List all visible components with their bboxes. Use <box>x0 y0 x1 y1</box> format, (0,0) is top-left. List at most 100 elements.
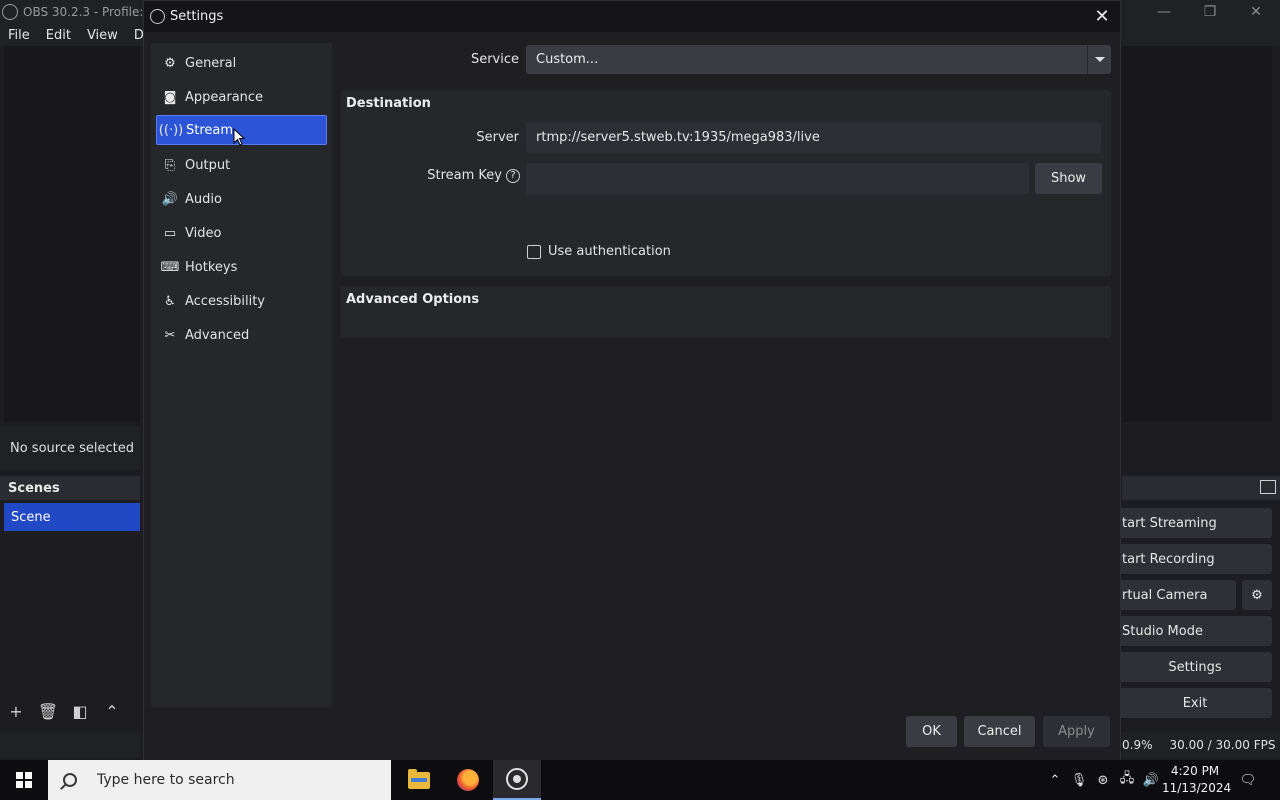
folder-icon <box>408 768 430 789</box>
windows-logo-icon <box>16 772 32 788</box>
obs-logo-icon <box>2 4 18 20</box>
use-authentication-checkbox[interactable] <box>527 245 541 259</box>
nav-label: General <box>185 55 237 71</box>
nav-hotkeys[interactable]: ⌨ Hotkeys <box>156 252 327 282</box>
server-label: Server <box>476 130 519 145</box>
nav-label: Stream <box>186 122 234 138</box>
menu-file[interactable]: File <box>0 28 38 43</box>
close-icon[interactable]: ✕ <box>1233 0 1279 24</box>
nav-label: Video <box>185 225 222 241</box>
show-button[interactable]: Show <box>1035 163 1102 194</box>
search-placeholder: Type here to search <box>97 772 235 788</box>
volume-icon[interactable]: 🔊 <box>1142 760 1160 800</box>
cpu-usage: 0.9% <box>1122 738 1153 752</box>
nav-label: Audio <box>185 191 222 207</box>
nav-audio[interactable]: 🔊 Audio <box>156 184 327 214</box>
restore-icon[interactable]: ❐ <box>1187 0 1233 24</box>
scene-list-item[interactable]: Scene <box>4 503 140 531</box>
nav-video[interactable]: ▭ Video <box>156 218 327 248</box>
file-explorer-app[interactable] <box>395 760 443 800</box>
service-select[interactable]: Custom... <box>526 45 1111 74</box>
obs-logo-icon <box>150 9 165 24</box>
obs-app[interactable] <box>493 760 541 800</box>
preview-area[interactable] <box>4 46 140 422</box>
notifications-icon[interactable]: 🗨 <box>1238 760 1258 800</box>
cancel-button[interactable]: Cancel <box>964 716 1035 747</box>
preview-area-right[interactable] <box>1122 46 1272 422</box>
dock-float-icon[interactable] <box>1260 480 1276 494</box>
menu-view[interactable]: View <box>79 28 126 43</box>
stream-key-input[interactable] <box>526 163 1029 194</box>
advanced-options-group[interactable]: Advanced Options <box>341 286 1111 338</box>
chevron-up-icon[interactable]: ⌃ <box>1046 760 1064 800</box>
start-recording-button[interactable]: tart Recording <box>1118 544 1272 574</box>
advanced-options-title: Advanced Options <box>346 292 480 307</box>
clock-date: 11/13/2024 <box>1162 781 1232 795</box>
obs-tray-icon[interactable]: ⊛ <box>1094 760 1112 800</box>
nav-label: Appearance <box>185 89 264 105</box>
start-streaming-button[interactable]: tart Streaming <box>1118 508 1272 538</box>
appearance-icon: ◙ <box>163 89 177 105</box>
status-bar-right: 0.9% 30.00 / 30.00 FPS <box>1122 732 1280 758</box>
gear-icon: ⚙ <box>164 55 176 71</box>
scenes-header: Scenes <box>0 476 140 500</box>
firefox-app[interactable] <box>444 760 492 800</box>
minimize-icon[interactable]: — <box>1141 0 1187 24</box>
clock[interactable]: 4:20 PM 11/13/2024 <box>1162 763 1232 797</box>
taskbar-search[interactable]: Type here to search <box>48 760 391 800</box>
nav-appearance[interactable]: ◙ Appearance <box>156 82 327 112</box>
fps-readout: 30.00 / 30.00 FPS <box>1169 738 1276 752</box>
search-icon <box>63 773 77 787</box>
destination-title: Destination <box>346 96 431 111</box>
scene-toolbar: + 🗑 ◧ ⌃ <box>0 696 140 726</box>
windows-taskbar: Type here to search ⌃ 🎙 ⊛ 🖧 🔊 4:20 PM 11… <box>0 760 1280 800</box>
settings-dialog: Settings ✕ ⚙ General ◙ Appearance ((·)) … <box>143 0 1121 762</box>
antenna-icon: ((·)) <box>158 122 184 138</box>
exit-button[interactable]: Exit <box>1118 688 1272 718</box>
obs-window-title: OBS 30.2.3 - Profile: Ur <box>23 5 161 19</box>
chevron-up-icon[interactable]: ⌃ <box>96 702 128 721</box>
monitor-icon: ▭ <box>163 225 177 241</box>
stream-key-label-wrap: Stream Key? <box>404 168 520 183</box>
nav-advanced[interactable]: ✂ Advanced <box>156 320 327 350</box>
studio-mode-button[interactable]: Studio Mode <box>1118 616 1272 646</box>
speaker-icon: 🔊 <box>161 191 179 207</box>
clock-time: 4:20 PM <box>1170 764 1220 778</box>
nav-output[interactable]: ⎘ Output <box>156 150 327 180</box>
chevron-down-icon[interactable] <box>1087 45 1111 74</box>
server-input[interactable]: rtmp://server5.stweb.tv:1935/mega983/liv… <box>526 122 1101 153</box>
virtual-camera-button[interactable]: rtual Camera <box>1118 580 1236 610</box>
close-icon[interactable]: ✕ <box>1092 6 1112 27</box>
output-icon: ⎘ <box>164 157 176 173</box>
service-value: Custom... <box>536 52 599 67</box>
apply-button[interactable]: Apply <box>1043 716 1110 747</box>
start-button[interactable] <box>0 760 48 800</box>
help-icon[interactable]: ? <box>506 168 520 183</box>
no-source-bar: No source selected <box>0 426 140 470</box>
status-bar-left <box>0 732 140 758</box>
mouse-cursor-icon <box>233 128 245 146</box>
nav-label: Accessibility <box>185 293 265 309</box>
no-source-text: No source selected <box>10 440 134 456</box>
settings-button[interactable]: Settings <box>1118 652 1272 682</box>
controls-dock-header <box>1122 476 1280 500</box>
nav-accessibility[interactable]: ♿ Accessibility <box>156 286 327 316</box>
service-label: Service <box>470 52 519 67</box>
microphone-icon[interactable]: 🎙 <box>1070 760 1088 800</box>
accessibility-icon: ♿ <box>164 293 176 309</box>
use-authentication-label: Use authentication <box>548 244 671 259</box>
tools-icon: ✂ <box>164 327 176 343</box>
add-icon[interactable]: + <box>0 702 32 721</box>
virtual-camera-gear-icon[interactable]: ⚙ <box>1242 580 1272 610</box>
trash-icon[interactable]: 🗑 <box>32 702 64 721</box>
settings-title-bar: Settings ✕ <box>144 1 1120 32</box>
keyboard-icon: ⌨ <box>160 259 180 275</box>
nav-label: Hotkeys <box>185 259 238 275</box>
nav-general[interactable]: ⚙ General <box>156 48 327 78</box>
network-icon[interactable]: 🖧 <box>1118 760 1136 800</box>
ok-button[interactable]: OK <box>906 716 957 747</box>
stream-key-label: Stream Key <box>427 168 502 183</box>
firefox-icon <box>457 769 479 791</box>
filters-icon[interactable]: ◧ <box>64 702 96 721</box>
menu-edit[interactable]: Edit <box>38 28 79 43</box>
